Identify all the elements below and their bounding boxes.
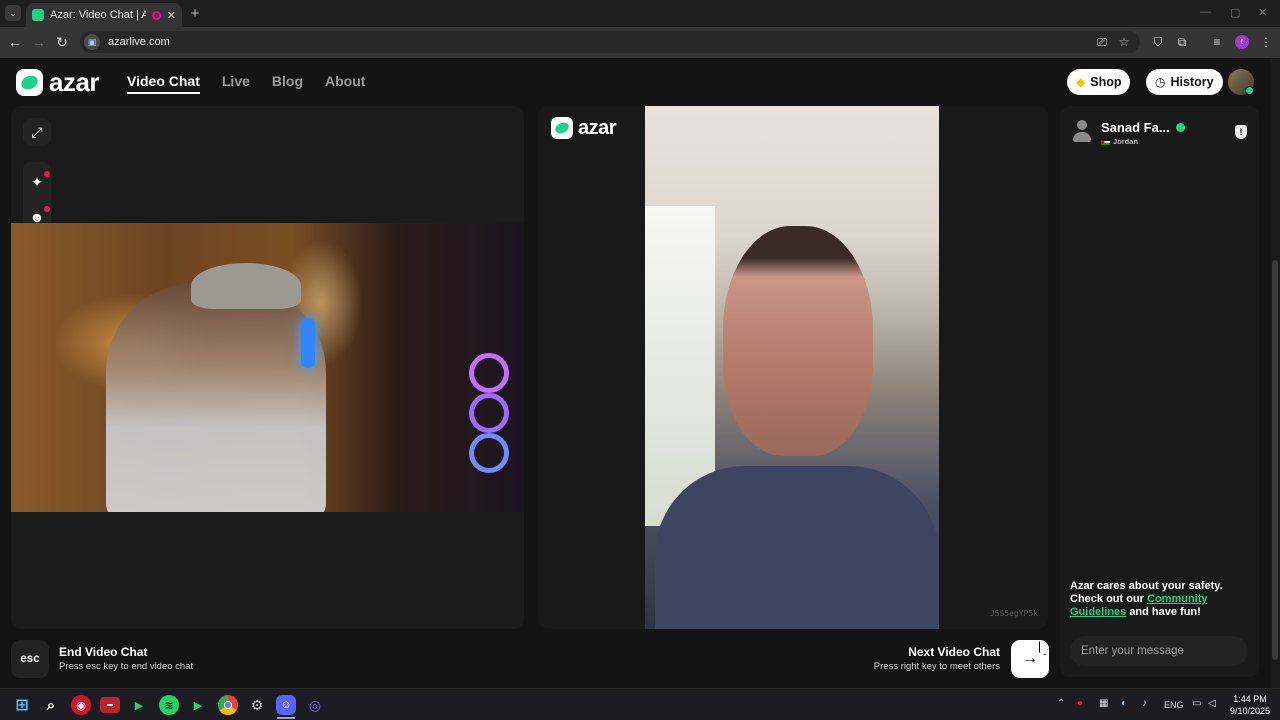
app-red-icon[interactable]: ◉ xyxy=(71,695,91,715)
nav-live[interactable]: Live xyxy=(222,73,250,94)
watermark-text: azar xyxy=(578,117,617,139)
url-text: azarlive.com xyxy=(108,36,170,48)
browser-tab[interactable]: Azar: Video Chat | Alternati ✕ xyxy=(26,3,182,27)
back-arrow-icon[interactable]: ← xyxy=(6,34,24,50)
scrollbar-thumb[interactable] xyxy=(1272,260,1278,660)
bookmark-star-icon[interactable]: ☆ xyxy=(1117,35,1131,49)
language-indicator[interactable]: ENG xyxy=(1164,700,1184,710)
clock-date: 9/10/2025 xyxy=(1229,706,1271,716)
tray-chevron-icon[interactable]: ⌃ xyxy=(1057,698,1065,709)
plus-icon[interactable]: + xyxy=(186,5,204,23)
app-green-play-2-icon[interactable]: ▶ xyxy=(188,695,208,715)
tray-mic-icon[interactable]: ♪ xyxy=(1142,698,1147,709)
history-label: History xyxy=(1170,75,1214,89)
jordan-flag-icon xyxy=(1101,138,1110,145)
url-field[interactable]: ▣ azarlive.com xyxy=(80,31,1140,53)
address-bar-row: ← → ↻ ▣ azarlive.com xyxy=(0,27,1280,58)
windows-taskbar: ⊞ ⌕ ◉ ▬ ▶ ≋ ▶ ⚙ ☺ ◎ ⌃ ● ▦ ◐ ♪ ENG ▭ ◁ 1:… xyxy=(0,688,1280,720)
tray-app-icon[interactable]: ▦ xyxy=(1099,698,1108,709)
windows-start-icon[interactable]: ⊞ xyxy=(12,695,32,715)
verified-icon xyxy=(1175,123,1185,132)
app-ring-icon[interactable]: ◎ xyxy=(305,695,325,715)
user-avatar-icon xyxy=(1072,120,1092,144)
window-close-icon[interactable]: ✕ xyxy=(1258,6,1267,19)
filter-notification-dot xyxy=(44,206,50,212)
azar-favicon-icon xyxy=(32,9,44,21)
chat-panel: Sanad Fa... Jordan ! Azar cares about yo… xyxy=(1060,106,1259,677)
azar-logo-icon xyxy=(551,117,573,139)
azar-watermark: azar xyxy=(551,117,617,139)
clock-time: 1:44 PM xyxy=(1233,694,1267,704)
tray-red-app-icon[interactable]: ● xyxy=(1077,698,1083,709)
shop-label: Shop xyxy=(1090,75,1122,89)
peer-camera-feed xyxy=(645,106,939,629)
close-icon[interactable]: ✕ xyxy=(167,9,176,22)
azar-logo[interactable]: azar xyxy=(16,67,100,97)
peer-country: Jordan xyxy=(1113,137,1139,146)
shop-button[interactable]: ◆ Shop xyxy=(1067,69,1131,95)
clock-icon: ◷ xyxy=(1155,75,1166,89)
online-status-dot xyxy=(1245,86,1254,95)
profile-icon[interactable]: t xyxy=(1235,35,1249,49)
safety-line-2: Check out our xyxy=(1070,593,1144,605)
active-app-indicator xyxy=(277,717,295,719)
browser-tab-bar: ⌄ Azar: Video Chat | Alternati ✕ + — ▢ ✕ xyxy=(0,0,1280,27)
recording-icon xyxy=(151,10,161,20)
chevron-down-icon[interactable]: ⌄ xyxy=(5,5,21,21)
end-chat-hint: Press esc key to end video chat xyxy=(59,661,194,672)
app-thumbnail-icon[interactable]: ▬ xyxy=(100,697,120,713)
extensions-puzzle-icon[interactable]: ⧉ xyxy=(1175,35,1189,50)
logo-text: azar xyxy=(49,67,100,97)
peer-video-panel: azar J5S5egYP5k xyxy=(538,106,1048,629)
peer-name-row: Sanad Fa... xyxy=(1101,120,1185,135)
expand-icon[interactable]: ⤢ xyxy=(23,118,51,146)
main-nav: Video Chat Live Blog About xyxy=(127,73,365,94)
chrome-icon[interactable] xyxy=(218,695,238,715)
self-video-panel: ⤢ ✦ ☻ xyxy=(11,106,524,629)
safety-line-1: Azar cares about your safety. xyxy=(1070,580,1223,592)
kebab-menu-icon[interactable]: ⋮ xyxy=(1259,35,1273,49)
azar-page: azar Video Chat Live Blog About ◆ Shop ◷… xyxy=(0,58,1270,688)
discord-icon[interactable]: ☺ xyxy=(276,695,296,715)
history-button[interactable]: ◷ History xyxy=(1146,69,1223,95)
tray-steam-icon[interactable]: ◐ xyxy=(1121,698,1127,709)
app-green-play-icon[interactable]: ▶ xyxy=(129,695,149,715)
message-input[interactable] xyxy=(1070,636,1248,666)
shield-extension-icon[interactable]: ⛉ xyxy=(1151,35,1165,50)
peer-info: Sanad Fa... Jordan xyxy=(1072,120,1185,146)
peer-country-row: Jordan xyxy=(1101,137,1185,146)
self-camera-feed xyxy=(11,223,524,512)
next-chat-title: Next Video Chat xyxy=(908,645,1000,659)
nav-video-chat[interactable]: Video Chat xyxy=(127,73,200,94)
search-icon[interactable]: ⌕ xyxy=(41,695,61,715)
peer-name: Sanad Fa... xyxy=(1101,120,1170,135)
install-app-icon[interactable]: ⎚ xyxy=(1095,35,1109,50)
tray-network-icon[interactable]: ▭ xyxy=(1192,698,1201,709)
taskbar-clock[interactable]: 1:44 PM 9/10/2025 xyxy=(1226,693,1274,717)
tab-title: Azar: Video Chat | Alternati xyxy=(50,9,146,21)
next-chat-hint: Press right key to meet others xyxy=(873,661,1000,672)
report-shield-icon[interactable]: ! xyxy=(1235,125,1247,139)
session-code: J5S5egYP5k xyxy=(989,609,1038,618)
tray-volume-icon[interactable]: ◁ xyxy=(1208,698,1216,709)
azar-logo-icon xyxy=(16,69,43,96)
end-chat-title: End Video Chat xyxy=(59,645,148,659)
safety-notice: Azar cares about your safety. Check out … xyxy=(1070,580,1250,619)
minimize-icon[interactable]: — xyxy=(1200,6,1211,18)
nav-about[interactable]: About xyxy=(325,73,365,94)
gem-icon: ◆ xyxy=(1076,75,1086,89)
effects-notification-dot xyxy=(44,171,50,177)
safety-line-3: and have fun! xyxy=(1129,606,1201,618)
reload-icon[interactable]: ↻ xyxy=(53,34,71,50)
end-chat-button[interactable]: esc xyxy=(11,640,49,678)
maximize-icon[interactable]: ▢ xyxy=(1230,6,1240,19)
site-info-icon[interactable]: ▣ xyxy=(84,34,100,50)
forward-arrow-icon[interactable]: → xyxy=(30,34,48,50)
settings-icon[interactable]: ⚙ xyxy=(247,695,267,715)
media-controls-icon[interactable]: ≡ xyxy=(1210,35,1224,49)
nav-blog[interactable]: Blog xyxy=(272,73,303,94)
spotify-icon[interactable]: ≋ xyxy=(159,695,179,715)
